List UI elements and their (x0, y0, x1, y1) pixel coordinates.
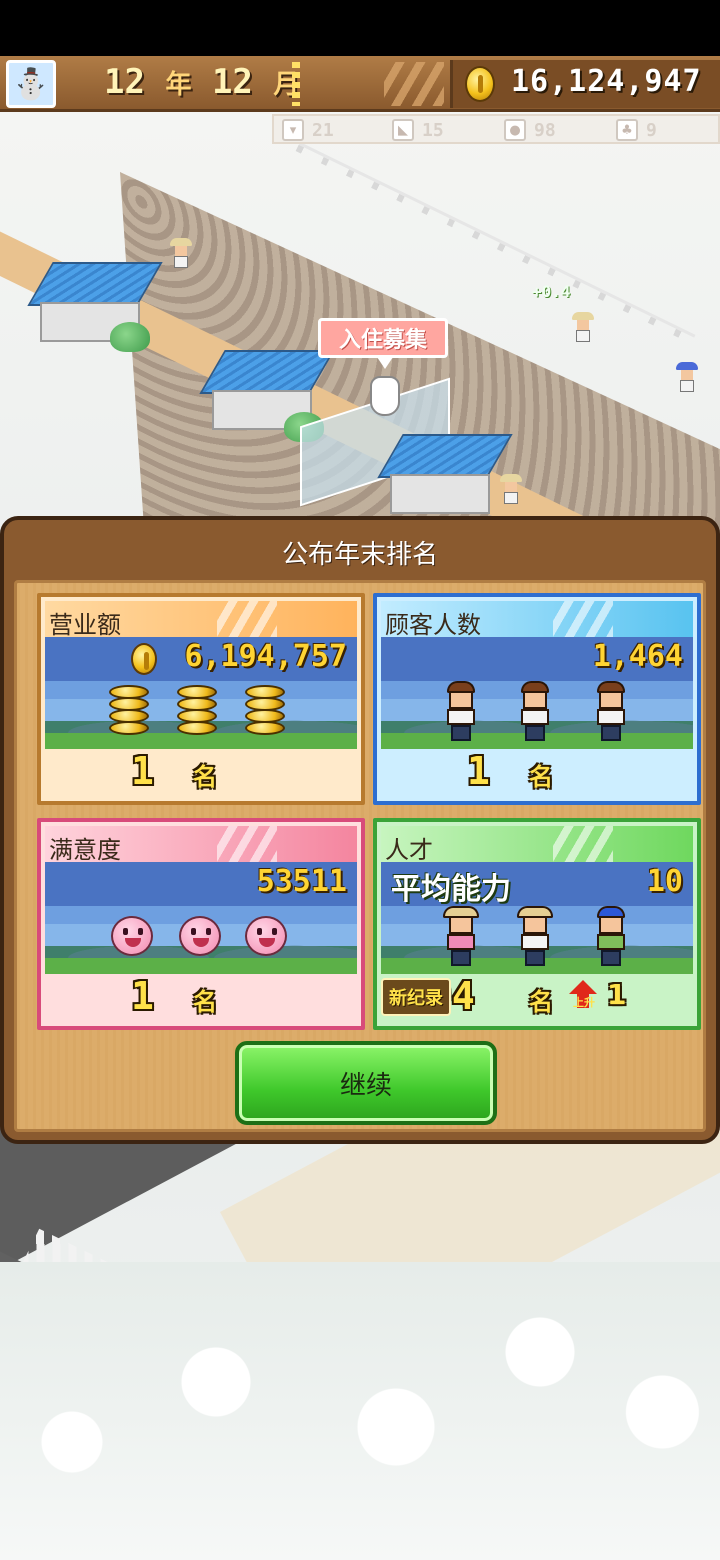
talent-card: 人才 平均能力 10 94 新纪录 名 上升 1 (373, 818, 701, 1030)
top-hud: ⛄ 12 年 12 月 16,124,947 (0, 56, 720, 112)
apple-icon: ● (504, 119, 526, 141)
dialog-title: 公布年末排名 (281, 539, 438, 570)
resource-bar: ▾ 21 ◣ 15 ● 98 ♣ 9 (272, 114, 720, 144)
dialog-body: 营业额 6,194,757 1 名 顾客人数 1,464 1 名 满意度 535… (14, 580, 706, 1132)
value-row: 平均能力 10 (381, 862, 693, 907)
value-row: 1,464 (381, 637, 693, 681)
menu-dots-icon[interactable] (292, 62, 300, 106)
year-end-ranking-dialog: 公布年末排名 营业额 6,194,757 1 名 顾客人数 1,464 1 名 … (0, 516, 720, 1144)
game-date: 12 年 12 月 (104, 62, 299, 102)
farmer-character (517, 906, 553, 970)
pointer-hand-icon (370, 376, 400, 416)
month-number: 12 (211, 62, 253, 102)
card-scene (45, 681, 357, 749)
status-bar (0, 0, 720, 56)
year-unit: 年 (165, 70, 192, 100)
year-number: 12 (104, 62, 145, 102)
farmer-character[interactable] (572, 312, 594, 344)
card-label: 满意度 (49, 836, 121, 864)
card-header: 人才 (381, 826, 693, 864)
continue-button[interactable]: 继续 (235, 1041, 497, 1125)
greenhouse-building[interactable] (377, 434, 513, 514)
card-scene (381, 906, 693, 974)
farmer-character[interactable] (170, 238, 192, 270)
farmer-character (443, 906, 479, 970)
stat-value: 15 (422, 119, 444, 141)
customer-character (593, 681, 629, 745)
customers-value: 1,464 (592, 639, 683, 674)
card-header: 满意度 (45, 826, 357, 864)
satisfaction-value: 53511 (256, 864, 347, 899)
rank-up-arrow-icon: 上升 (569, 980, 597, 1012)
visitor-character[interactable] (676, 362, 698, 394)
money-amount: 16,124,947 (511, 64, 702, 99)
rank-number: 1 (131, 749, 154, 793)
customer-character (443, 681, 479, 745)
customer-character (517, 681, 553, 745)
stat-water: ▾ 21 (282, 118, 334, 142)
rank-number: 1 (131, 974, 154, 1018)
smiley-face-icon (245, 916, 287, 956)
coin-icon (465, 66, 495, 102)
stat-value: 9 (646, 119, 657, 141)
money-display: 16,124,947 (450, 60, 720, 108)
card-label: 营业额 (49, 611, 121, 639)
rank-suffix: 名 (193, 988, 217, 1016)
average-ability-label: 平均能力 (391, 872, 511, 907)
card-header: 顾客人数 (381, 601, 693, 639)
smiley-face-icon (111, 916, 153, 956)
customers-card: 顾客人数 1,464 1 名 (373, 593, 701, 805)
farmer-character[interactable] (500, 474, 522, 506)
coin-icon (131, 643, 157, 675)
rise-label: 上升 (573, 996, 595, 1009)
sprout-icon: ♣ (616, 119, 638, 141)
rank-suffix: 名 (529, 763, 553, 791)
new-record-badge: 新纪录 (381, 978, 451, 1016)
bush (110, 322, 150, 352)
sales-value: 6,194,757 (184, 639, 347, 674)
coin-stack-icon (173, 681, 221, 741)
card-header: 营业额 (45, 601, 357, 639)
rank-row: 1 名 (381, 749, 693, 797)
rank-row: 1 名 (45, 749, 357, 797)
rank-number: 1 (467, 749, 490, 793)
farmer-character (593, 906, 629, 970)
value-row: 53511 (45, 862, 357, 906)
stat-popup: +0.4 (532, 282, 571, 301)
stat-value: 98 (534, 119, 556, 141)
recruit-bubble[interactable]: 入住募集 (318, 318, 448, 369)
rank-suffix: 名 (193, 763, 217, 791)
card-label: 人才 (385, 836, 433, 864)
card-scene (381, 681, 693, 749)
coin-stack-icon (241, 681, 289, 741)
smiley-face-icon (179, 916, 221, 956)
snowy-forest (0, 1262, 720, 1560)
satisfaction-card: 满意度 53511 1 名 (37, 818, 365, 1030)
card-scene (45, 906, 357, 974)
talent-value: 10 (646, 864, 683, 899)
sales-card: 营业额 6,194,757 1 名 (37, 593, 365, 805)
rank-row: 1 名 (45, 974, 357, 1022)
coin-stack-icon (105, 681, 153, 741)
hud-divider (384, 62, 444, 106)
water-drop-icon: ▾ (282, 119, 304, 141)
snowman-icon[interactable]: ⛄ (6, 60, 56, 108)
rank-change-value: 1 (607, 978, 627, 1011)
value-row: 6,194,757 (45, 637, 357, 681)
stat-apple: ● 98 (504, 118, 556, 142)
rank-row: 94 新纪录 名 上升 1 (381, 974, 693, 1022)
stat-sprout: ♣ 9 (616, 118, 657, 142)
rank-suffix: 名 (529, 988, 553, 1016)
stat-carrot: ◣ 15 (392, 118, 444, 142)
stat-value: 21 (312, 119, 334, 141)
card-label: 顾客人数 (385, 611, 481, 639)
carrot-icon: ◣ (392, 119, 414, 141)
